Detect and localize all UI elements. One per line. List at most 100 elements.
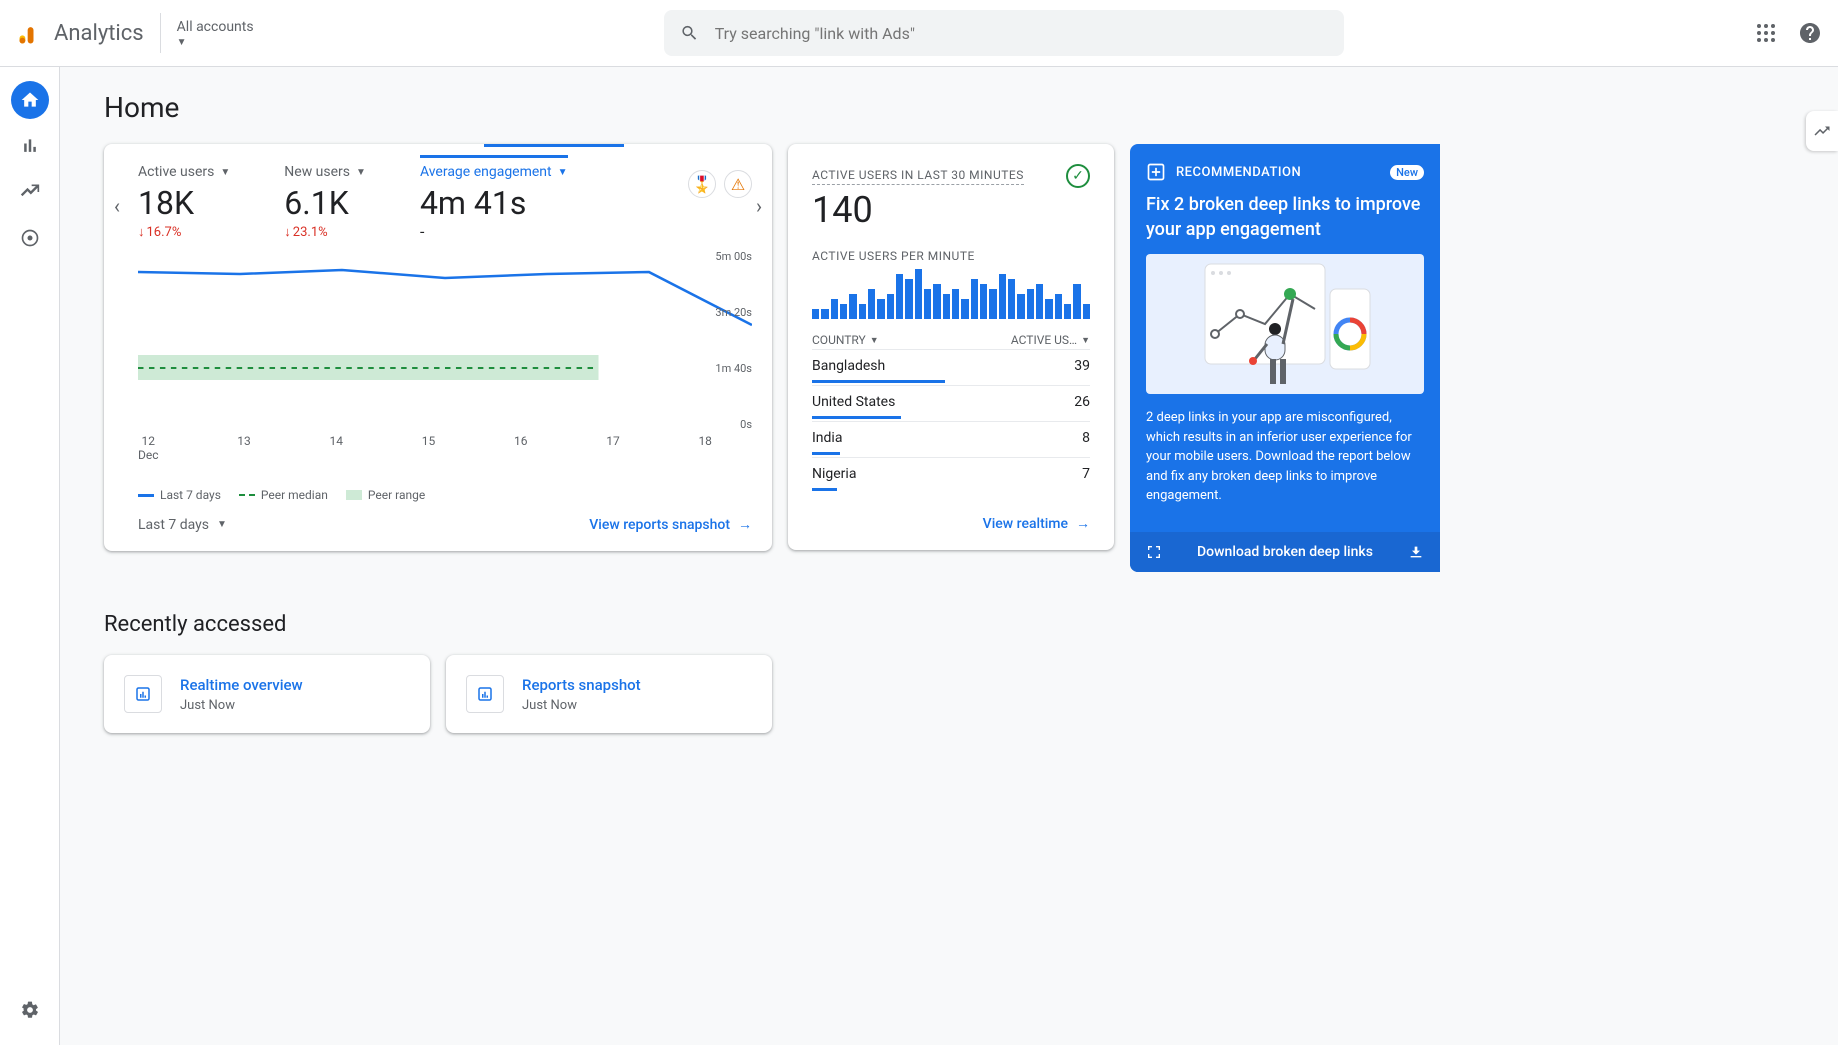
nav-reports[interactable] bbox=[11, 127, 49, 165]
search-icon bbox=[680, 23, 699, 43]
view-reports-snapshot-link[interactable]: View reports snapshot → bbox=[589, 516, 752, 533]
metrics-prev[interactable]: ‹ bbox=[114, 194, 120, 218]
metric-1[interactable]: New users ▼ 6.1K ↓ 23.1% bbox=[284, 164, 366, 240]
country-name: United States bbox=[812, 394, 895, 410]
x-tick: 15 bbox=[422, 434, 436, 462]
apps-icon[interactable] bbox=[1754, 21, 1778, 45]
minute-bar bbox=[905, 279, 912, 319]
metric-2[interactable]: Average engagement ▼ 4m 41s - bbox=[420, 164, 568, 240]
y-tick: 0s bbox=[740, 418, 752, 431]
trending-icon bbox=[1813, 122, 1831, 140]
metric-0[interactable]: Active users ▼ 18K ↓ 16.7% bbox=[138, 164, 230, 240]
status-ok-icon[interactable]: ✓ bbox=[1066, 164, 1090, 188]
chart-legend: Last 7 days Peer median Peer range bbox=[138, 488, 772, 502]
account-label: All accounts bbox=[177, 19, 254, 35]
recent-card[interactable]: Reports snapshot Just Now bbox=[446, 655, 772, 733]
search-input[interactable] bbox=[715, 24, 1328, 43]
recently-accessed-section: Recently accessed Realtime overview Just… bbox=[104, 612, 1838, 733]
x-tick: 17 bbox=[606, 434, 620, 462]
minute-bar bbox=[980, 284, 987, 319]
nav-explore[interactable] bbox=[11, 173, 49, 211]
nav-advertising[interactable] bbox=[11, 219, 49, 257]
metric-label[interactable]: Average engagement ▼ bbox=[420, 155, 568, 180]
minute-bar bbox=[1083, 304, 1090, 319]
arrow-right-icon: → bbox=[738, 516, 752, 533]
minute-bar bbox=[812, 309, 819, 319]
country-bar bbox=[812, 416, 901, 419]
country-column-header[interactable]: COUNTRY ▼ bbox=[812, 333, 879, 347]
badge-warning-icon[interactable]: ⚠ bbox=[724, 170, 752, 198]
minute-bar bbox=[1045, 299, 1052, 319]
logo-block[interactable]: Analytics bbox=[16, 13, 161, 53]
badge-medal-icon[interactable]: 🎖️ bbox=[688, 170, 716, 198]
country-row[interactable]: United States 26 bbox=[812, 385, 1090, 419]
main-content: Home ‹ Active users ▼ 18K ↓ 16.7% New us… bbox=[60, 67, 1838, 1045]
caret-down-icon: ▼ bbox=[177, 37, 187, 48]
account-selector[interactable]: All accounts ▼ bbox=[177, 19, 254, 48]
metric-value: 4m 41s bbox=[420, 184, 568, 222]
view-realtime-link[interactable]: View realtime → bbox=[983, 515, 1090, 532]
minute-bar bbox=[961, 299, 968, 319]
metric-value: 18K bbox=[138, 184, 230, 222]
metrics-next[interactable]: › bbox=[756, 194, 762, 218]
country-bar bbox=[812, 452, 840, 455]
minute-bar bbox=[1017, 294, 1024, 319]
legend-median: Peer median bbox=[261, 488, 328, 502]
metric-label[interactable]: New users ▼ bbox=[284, 164, 366, 180]
search-box[interactable] bbox=[664, 10, 1344, 56]
country-name: Nigeria bbox=[812, 466, 856, 482]
nav-admin[interactable] bbox=[11, 991, 49, 1029]
recommendation-icon bbox=[1146, 162, 1166, 182]
caret-down-icon: ▼ bbox=[356, 167, 366, 178]
realtime-card: ACTIVE USERS IN LAST 30 MINUTES ✓ 140 AC… bbox=[788, 144, 1114, 550]
recommendation-cta[interactable]: Download broken deep links bbox=[1130, 532, 1440, 572]
recent-title: Reports snapshot bbox=[522, 676, 641, 694]
analytics-logo-icon bbox=[16, 19, 44, 47]
country-value: 26 bbox=[1074, 394, 1090, 410]
per-minute-label: ACTIVE USERS PER MINUTE bbox=[812, 249, 1090, 263]
minute-bar bbox=[831, 299, 838, 319]
country-bar bbox=[812, 488, 837, 491]
caret-down-icon: ▼ bbox=[558, 167, 568, 178]
nav-home[interactable] bbox=[11, 81, 49, 119]
minute-bar bbox=[849, 294, 856, 319]
y-tick: 1m 40s bbox=[715, 362, 752, 375]
date-range-selector[interactable]: Last 7 days ▼ bbox=[138, 517, 227, 533]
recommendation-badge: RECOMMENDATION bbox=[1176, 165, 1301, 180]
minute-bar bbox=[943, 294, 950, 319]
country-name: Bangladesh bbox=[812, 358, 885, 374]
recommendation-illustration bbox=[1146, 254, 1424, 394]
x-tick: 14 bbox=[330, 434, 344, 462]
x-tick: 16 bbox=[514, 434, 528, 462]
per-minute-chart bbox=[812, 269, 1090, 319]
x-tick: 13 bbox=[237, 434, 251, 462]
minute-bar bbox=[971, 279, 978, 319]
minute-bar bbox=[840, 304, 847, 319]
minute-bar bbox=[1064, 304, 1071, 319]
minute-bar bbox=[821, 309, 828, 319]
country-row[interactable]: Nigeria7 bbox=[812, 457, 1090, 491]
active-users-column-header[interactable]: ACTIVE US… ▼ bbox=[1011, 333, 1090, 347]
help-icon[interactable] bbox=[1798, 21, 1822, 45]
metric-label[interactable]: Active users ▼ bbox=[138, 164, 230, 180]
minute-bar bbox=[1027, 289, 1034, 319]
metric-delta: ↓ 23.1% bbox=[284, 224, 366, 240]
country-bar bbox=[812, 380, 945, 383]
y-tick: 5m 00s bbox=[715, 250, 752, 263]
realtime-value: 140 bbox=[812, 189, 1090, 231]
arrow-right-icon: → bbox=[1076, 515, 1090, 532]
recent-card[interactable]: Realtime overview Just Now bbox=[104, 655, 430, 733]
country-row[interactable]: Bangladesh39 bbox=[812, 349, 1090, 383]
country-row[interactable]: India8 bbox=[812, 421, 1090, 455]
minute-bar bbox=[924, 289, 931, 319]
range-label: Last 7 days bbox=[138, 517, 209, 533]
x-tick: 18 bbox=[698, 434, 712, 462]
new-badge: New bbox=[1390, 165, 1424, 180]
minute-bar bbox=[868, 289, 875, 319]
recommendation-description: 2 deep links in your app are misconfigur… bbox=[1130, 394, 1440, 532]
minute-bar bbox=[915, 269, 922, 319]
minute-bar bbox=[896, 274, 903, 319]
engagement-chart: 5m 00s 3m 20s 1m 40s 0s 12Dec13141516171… bbox=[138, 250, 752, 480]
minute-bar bbox=[877, 299, 884, 319]
insights-toggle[interactable] bbox=[1806, 111, 1838, 151]
